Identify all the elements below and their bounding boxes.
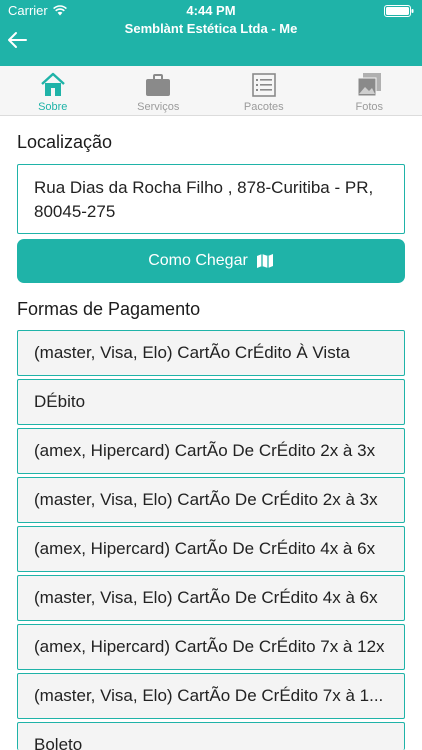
tab-sobre[interactable]: Sobre: [0, 66, 106, 115]
directions-button[interactable]: Como Chegar: [17, 239, 405, 283]
address-postal-code: 80045-275: [34, 202, 116, 221]
tab-label: Serviços: [137, 101, 180, 113]
tab-fotos[interactable]: Fotos: [317, 66, 422, 115]
payment-item: (master, Visa, Elo) CartÃo CrÉdito À Vis…: [17, 330, 405, 376]
home-icon: [40, 72, 65, 96]
directions-label: Como Chegar: [148, 252, 248, 269]
tab-label: Sobre: [38, 101, 68, 113]
location-heading: Localização: [17, 132, 113, 152]
payment-item: (amex, Hipercard) CartÃo De CrÉdito 2x à…: [17, 428, 405, 474]
battery-icon: [384, 5, 414, 17]
payment-item: DÉbito: [17, 379, 405, 425]
tab-pacotes[interactable]: Pacotes: [211, 66, 317, 115]
payment-heading: Formas de Pagamento: [17, 299, 201, 319]
address-box: Rua Dias da Rocha Filho , 878-Curitiba -…: [17, 164, 405, 234]
payment-item: (amex, Hipercard) CartÃo De CrÉdito 7x à…: [17, 624, 405, 670]
status-time: 4:44 PM: [186, 3, 236, 18]
payment-item: (master, Visa, Elo) CartÃo De CrÉdito 7x…: [17, 673, 405, 719]
list-icon: [251, 73, 276, 97]
page-title: Semblànt Estética Ltda - Me: [124, 21, 298, 36]
app-header: Carrier 4:44 PM Semblànt Estética Ltda -…: [0, 0, 422, 66]
address-line: Rua Dias da Rocha Filho , 878-Curitiba -…: [34, 178, 374, 197]
photos-icon: [357, 73, 382, 97]
payment-item: (master, Visa, Elo) CartÃo De CrÉdito 4x…: [17, 575, 405, 621]
briefcase-icon: [146, 74, 171, 96]
tab-bar: Sobre Serviços Pacotes Fotos: [0, 66, 422, 116]
payment-item: Boleto: [17, 722, 405, 750]
status-bar: Carrier 4:44 PM: [0, 0, 422, 22]
payment-item: (amex, Hipercard) CartÃo De CrÉdito 4x à…: [17, 526, 405, 572]
map-icon: [256, 254, 273, 268]
back-arrow-icon[interactable]: [6, 30, 28, 50]
payment-item: (master, Visa, Elo) CartÃo De CrÉdito 2x…: [17, 477, 405, 523]
tab-label: Pacotes: [243, 101, 284, 113]
tab-servicos[interactable]: Serviços: [106, 66, 212, 115]
tab-label: Fotos: [355, 101, 383, 113]
